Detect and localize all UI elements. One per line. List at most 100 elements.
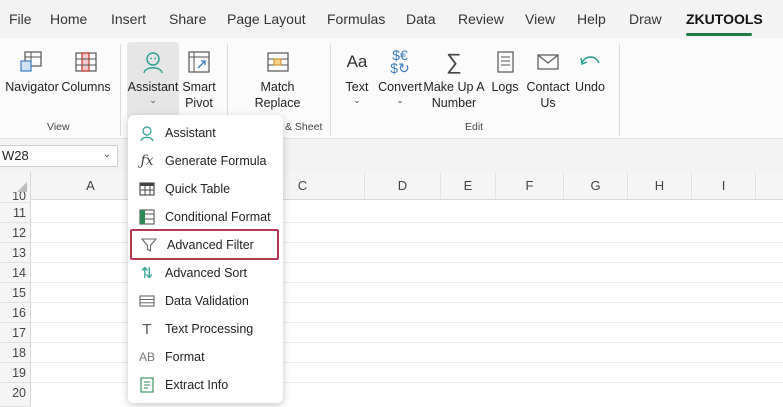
tab-file[interactable]: File — [9, 11, 32, 27]
sigma-icon: ∑ — [446, 49, 462, 74]
assistant-icon — [137, 123, 157, 143]
spreadsheet-grid[interactable]: A B C D E F G H I 10 11 12 13 14 15 16 1… — [0, 172, 783, 407]
match-replace-icon — [264, 48, 292, 76]
make-up-a-number-button[interactable]: ∑ Make Up A Number — [423, 42, 485, 120]
chevron-down-icon[interactable]: ⌄ — [103, 149, 111, 160]
smart-pivot-label-1: Smart — [182, 80, 216, 94]
tab-data[interactable]: Data — [406, 11, 436, 27]
extract-info-icon — [137, 375, 157, 395]
undo-button[interactable]: Undo — [573, 42, 607, 120]
columns-label: Columns — [61, 80, 111, 94]
column-header-g[interactable]: G — [564, 172, 628, 200]
menu-item-advanced-sort[interactable]: ⇅ Advanced Sort — [128, 260, 283, 286]
text-cursor-icon: T — [142, 320, 152, 338]
column-header-h[interactable]: H — [628, 172, 692, 200]
menu-item-label: Advanced Filter — [167, 237, 254, 252]
menu-item-label: Format — [165, 350, 205, 364]
row-header-15[interactable]: 15 — [0, 283, 31, 303]
tab-share[interactable]: Share — [169, 11, 206, 27]
column-header-overflow — [756, 172, 783, 200]
row-header-11[interactable]: 11 — [0, 203, 31, 223]
name-box-value: W28 — [2, 148, 29, 163]
menu-item-label: Extract Info — [165, 378, 229, 392]
tab-insert[interactable]: Insert — [111, 11, 146, 27]
ribbon: Navigator Columns View Assistant ⌄ Smart… — [0, 38, 783, 139]
menu-item-format[interactable]: AB Format — [128, 344, 283, 370]
menu-item-assistant[interactable]: Assistant — [128, 120, 283, 146]
row-header-16[interactable]: 16 — [0, 303, 31, 323]
menu-item-data-validation[interactable]: Data Validation — [128, 288, 283, 314]
filter-icon — [139, 235, 159, 255]
tab-page-layout[interactable]: Page Layout — [227, 11, 306, 27]
row-header-19[interactable]: 19 — [0, 363, 31, 383]
text-label: Text — [345, 80, 369, 94]
tab-formulas[interactable]: Formulas — [327, 11, 385, 27]
column-header-e[interactable]: E — [441, 172, 496, 200]
ribbon-separator — [120, 44, 121, 136]
ribbon-separator — [619, 44, 620, 136]
smart-pivot-icon — [185, 48, 213, 76]
table-icon — [137, 179, 157, 199]
conditional-format-icon — [137, 207, 157, 227]
tab-review[interactable]: Review — [458, 11, 504, 27]
match-replace-button[interactable]: Match Replace — [250, 42, 305, 120]
smart-pivot-button[interactable]: Smart Pivot — [180, 42, 218, 120]
tab-view[interactable]: View — [525, 11, 555, 27]
tab-zkutools[interactable]: ZKUTOOLS — [686, 11, 763, 27]
menu-item-label: Conditional Format — [165, 210, 271, 224]
row-header-17[interactable]: 17 — [0, 323, 31, 343]
convert-label: Convert — [378, 80, 422, 94]
sheet-group-label: & Sheet — [285, 121, 323, 133]
assistant-button[interactable]: Assistant ⌄ — [127, 42, 179, 120]
text-button[interactable]: Aa Text ⌄ — [341, 42, 373, 120]
sort-icon: ⇅ — [140, 265, 154, 282]
name-box[interactable]: W28 ⌄ — [0, 145, 118, 167]
contact-label-1: Contact — [526, 80, 570, 94]
menu-item-extract-info[interactable]: Extract Info — [128, 372, 283, 398]
convert-button[interactable]: $€ $↻ Convert ⌄ — [377, 42, 423, 120]
column-header-d[interactable]: D — [365, 172, 441, 200]
navigator-icon — [18, 48, 46, 76]
menu-item-quick-table[interactable]: Quick Table — [128, 176, 283, 202]
contact-us-button[interactable]: Contact Us — [525, 42, 571, 120]
tab-home[interactable]: Home — [50, 11, 87, 27]
make-up-label-2: Number — [431, 96, 477, 110]
menu-item-label: Advanced Sort — [165, 266, 247, 280]
row-header-18[interactable]: 18 — [0, 343, 31, 363]
menu-item-text-processing[interactable]: T Text Processing — [128, 316, 283, 342]
active-tab-indicator — [686, 33, 752, 36]
tab-draw[interactable]: Draw — [629, 11, 662, 27]
smart-pivot-label-2: Pivot — [185, 96, 213, 110]
logs-button[interactable]: Logs — [489, 42, 521, 120]
function-icon: ƒx — [140, 153, 154, 169]
text-icon: Aa — [346, 52, 368, 71]
columns-icon — [72, 48, 100, 76]
menu-item-conditional-format[interactable]: Conditional Format — [128, 204, 283, 230]
chevron-down-icon: ⌄ — [396, 95, 404, 105]
make-up-label-1: Make Up A — [423, 80, 485, 94]
match-replace-label-1: Match — [260, 80, 295, 94]
navigator-button[interactable]: Navigator — [4, 42, 60, 120]
column-header-f[interactable]: F — [496, 172, 564, 200]
menu-item-label: Text Processing — [165, 322, 254, 336]
row-header-14[interactable]: 14 — [0, 263, 31, 283]
row-header-10[interactable]: 10 — [0, 192, 31, 203]
menu-item-label: Generate Formula — [165, 154, 267, 168]
menu-bar: File Home Insert Share Page Layout Formu… — [0, 0, 783, 38]
assistant-icon — [139, 48, 167, 76]
tab-help[interactable]: Help — [577, 11, 606, 27]
chevron-down-icon: ⌄ — [149, 95, 157, 105]
row-header-20[interactable]: 20 — [0, 383, 31, 407]
currency-convert-icon: $€ $↻ — [390, 47, 410, 76]
chevron-down-icon: ⌄ — [353, 95, 361, 105]
undo-label: Undo — [575, 80, 605, 94]
row-header-13[interactable]: 13 — [0, 243, 31, 263]
menu-item-advanced-filter[interactable]: Advanced Filter — [130, 229, 279, 260]
assistant-dropdown-menu: Assistant ƒx Generate Formula Quick Tabl… — [128, 115, 283, 403]
menu-item-generate-formula[interactable]: ƒx Generate Formula — [128, 148, 283, 174]
mail-icon — [534, 48, 562, 76]
columns-button[interactable]: Columns — [61, 42, 111, 120]
undo-icon — [576, 48, 604, 76]
column-header-i[interactable]: I — [692, 172, 756, 200]
row-header-12[interactable]: 12 — [0, 223, 31, 243]
